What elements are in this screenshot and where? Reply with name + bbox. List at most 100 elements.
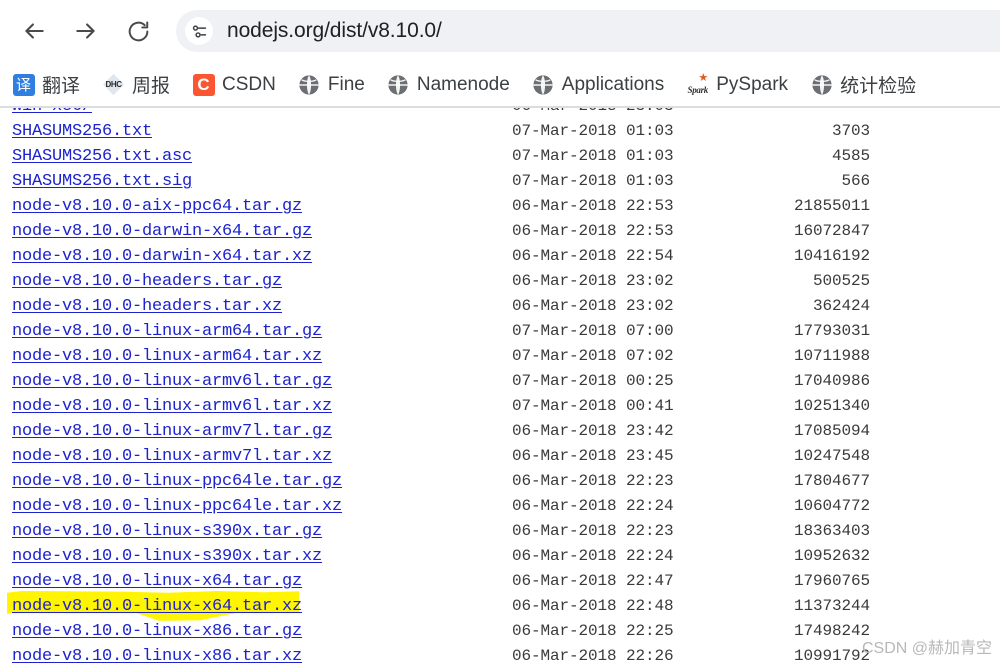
translate-square-icon: 译 — [12, 73, 35, 96]
bookmark-csdn[interactable]: C CSDN — [192, 73, 276, 96]
file-link[interactable]: node-v8.10.0-linux-ppc64le.tar.gz — [12, 469, 342, 494]
csdn-watermark: CSDN @赫加青空 — [862, 640, 993, 657]
bookmark-fine[interactable]: Fine — [298, 73, 365, 96]
file-link[interactable]: node-v8.10.0-linux-arm64.tar.xz — [12, 344, 322, 369]
file-size: 16072847 — [793, 222, 870, 240]
file-link[interactable]: node-v8.10.0-headers.tar.xz — [12, 294, 282, 319]
file-link[interactable]: node-v8.10.0-darwin-x64.tar.xz — [12, 244, 312, 269]
dhc-diamond-icon: DHC — [102, 73, 125, 96]
page-content: win-x86/06-Mar-2018 23:03-SHASUMS256.txt… — [0, 108, 1000, 666]
file-size: 17960765 — [793, 572, 870, 590]
file-link[interactable]: node-v8.10.0-linux-armv7l.tar.gz — [12, 419, 332, 444]
file-size: 10952632 — [793, 547, 870, 565]
file-link[interactable]: node-v8.10.0-linux-x86.tar.gz — [12, 619, 302, 644]
back-arrow-icon — [21, 18, 47, 44]
bookmark-zhoubao[interactable]: DHC 周报 — [102, 71, 170, 98]
bookmark-label: PySpark — [716, 73, 789, 95]
file-link[interactable]: node-v8.10.0-linux-armv7l.tar.xz — [12, 444, 332, 469]
bookmark-label: Namenode — [416, 73, 510, 95]
file-size: 10416192 — [793, 247, 870, 265]
back-button[interactable] — [14, 11, 54, 51]
bookmark-label: 翻译 — [42, 76, 81, 97]
file-size: 566 — [841, 172, 870, 190]
bookmark-applications[interactable]: Applications — [532, 73, 664, 96]
file-link[interactable]: node-v8.10.0-linux-armv6l.tar.gz — [12, 369, 332, 394]
file-size: 500525 — [812, 272, 870, 290]
browser-toolbar: nodejs.org/dist/v8.10.0/ — [0, 0, 1000, 62]
table-row: node-v8.10.0-linux-ppc64le.tar.xz 06-Mar-… — [0, 494, 1000, 519]
table-row: node-v8.10.0-linux-s390x.tar.gz 06-Mar-20… — [0, 519, 1000, 544]
file-size: 21855011 — [793, 197, 870, 215]
table-row: node-v8.10.0-linux-arm64.tar.gz 07-Mar-20… — [0, 319, 1000, 344]
table-row: node-v8.10.0-linux-armv6l.tar.xz 07-Mar-2… — [0, 394, 1000, 419]
file-link[interactable]: node-v8.10.0-linux-s390x.tar.xz — [12, 544, 322, 569]
url-text[interactable]: nodejs.org/dist/v8.10.0/ — [227, 19, 442, 43]
table-row: node-v8.10.0-linux-x64.tar.gz 06-Mar-2018… — [0, 569, 1000, 594]
globe-icon — [532, 73, 555, 96]
file-size: 11373244 — [793, 597, 870, 615]
csdn-c-square-icon: C — [192, 73, 215, 96]
table-row: node-v8.10.0-linux-x86.tar.xz 06-Mar-2018… — [0, 644, 1000, 666]
table-row: node-v8.10.0-linux-armv7l.tar.gz 06-Mar-2… — [0, 419, 1000, 444]
bookmarks-bar: 译 翻译 DHC 周报 C CSDN Fine Namenode Applica… — [0, 62, 1000, 107]
file-size: 17085094 — [793, 422, 870, 440]
file-size: 362424 — [812, 297, 870, 315]
bookmark-label: Fine — [327, 73, 365, 95]
bookmark-tongjijianyan[interactable]: 统计检验 — [810, 71, 916, 98]
bookmark-label: Applications — [561, 73, 665, 95]
bookmark-label: 统计检验 — [840, 76, 917, 97]
file-size: 10711988 — [793, 347, 870, 365]
bookmark-label: CSDN — [222, 73, 276, 95]
file-size: 3703 — [831, 122, 870, 140]
table-row: win-x86/06-Mar-2018 23:03- — [0, 108, 1000, 119]
file-link[interactable]: node-v8.10.0-aix-ppc64.tar.gz — [12, 194, 302, 219]
table-row: node-v8.10.0-linux-x64.tar.xz 06-Mar-2018… — [0, 591, 1000, 621]
file-link[interactable]: SHASUMS256.txt — [12, 119, 152, 144]
reload-button[interactable] — [118, 11, 158, 51]
file-link[interactable]: node-v8.10.0-linux-x86.tar.xz — [12, 644, 302, 666]
table-row: node-v8.10.0-headers.tar.gz 06-Mar-2018 2… — [0, 269, 1000, 294]
table-row: node-v8.10.0-darwin-x64.tar.xz 06-Mar-201… — [0, 244, 1000, 269]
file-size: 4585 — [831, 147, 870, 165]
bookmark-fanyi[interactable]: 译 翻译 — [12, 71, 80, 98]
spark-logo-icon: Spark ★ — [687, 72, 709, 96]
table-row: SHASUMS256.txt 07-Mar-2018 01:03 3703 — [0, 119, 1000, 144]
file-link[interactable]: node-v8.10.0-linux-arm64.tar.gz — [12, 319, 322, 344]
file-link[interactable]: node-v8.10.0-linux-ppc64le.tar.xz — [12, 494, 342, 519]
globe-icon — [387, 73, 410, 96]
file-link[interactable]: node-v8.10.0-linux-armv6l.tar.xz — [12, 394, 332, 419]
table-row: node-v8.10.0-linux-ppc64le.tar.gz 06-Mar-… — [0, 469, 1000, 494]
table-row: SHASUMS256.txt.asc 07-Mar-2018 01:03 4585 — [0, 144, 1000, 169]
file-link[interactable]: win-x86/ — [12, 108, 92, 119]
file-link[interactable]: node-v8.10.0-linux-s390x.tar.gz — [12, 519, 322, 544]
file-size: 10251340 — [793, 397, 870, 415]
file-size: 17793031 — [793, 322, 870, 340]
file-size: 10991792 — [793, 647, 870, 665]
bookmark-namenode[interactable]: Namenode — [387, 73, 510, 96]
file-size: 18363403 — [793, 522, 870, 540]
table-row: SHASUMS256.txt.sig 07-Mar-2018 01:03 566 — [0, 169, 1000, 194]
file-link[interactable]: node-v8.10.0-linux-x64.tar.gz — [12, 569, 302, 594]
file-link[interactable]: node-v8.10.0-linux-x64.tar.xz — [12, 594, 302, 619]
file-size: 10247548 — [793, 447, 870, 465]
file-link[interactable]: SHASUMS256.txt.sig — [12, 169, 192, 194]
globe-icon — [810, 73, 833, 96]
forward-button[interactable] — [66, 11, 106, 51]
bookmark-pyspark[interactable]: Spark ★ PySpark — [686, 73, 788, 96]
table-row: node-v8.10.0-aix-ppc64.tar.gz 06-Mar-2018… — [0, 194, 1000, 219]
file-size: 10604772 — [793, 497, 870, 515]
browser-chrome: nodejs.org/dist/v8.10.0/ 译 翻译 DHC 周报 C C… — [0, 0, 1000, 108]
file-link[interactable]: node-v8.10.0-headers.tar.gz — [12, 269, 282, 294]
globe-icon — [298, 73, 321, 96]
table-row: node-v8.10.0-linux-s390x.tar.xz 06-Mar-20… — [0, 544, 1000, 569]
site-settings-icon[interactable] — [185, 17, 213, 45]
address-bar[interactable]: nodejs.org/dist/v8.10.0/ — [176, 10, 1000, 52]
file-size: 17804677 — [793, 472, 870, 490]
file-link[interactable]: SHASUMS256.txt.asc — [12, 144, 192, 169]
table-row: node-v8.10.0-headers.tar.xz 06-Mar-2018 2… — [0, 294, 1000, 319]
table-row: node-v8.10.0-darwin-x64.tar.gz 06-Mar-201… — [0, 219, 1000, 244]
file-size: 17498242 — [793, 622, 870, 640]
reload-icon — [126, 19, 151, 44]
file-link[interactable]: node-v8.10.0-darwin-x64.tar.gz — [12, 219, 312, 244]
file-size: - — [620, 108, 870, 119]
